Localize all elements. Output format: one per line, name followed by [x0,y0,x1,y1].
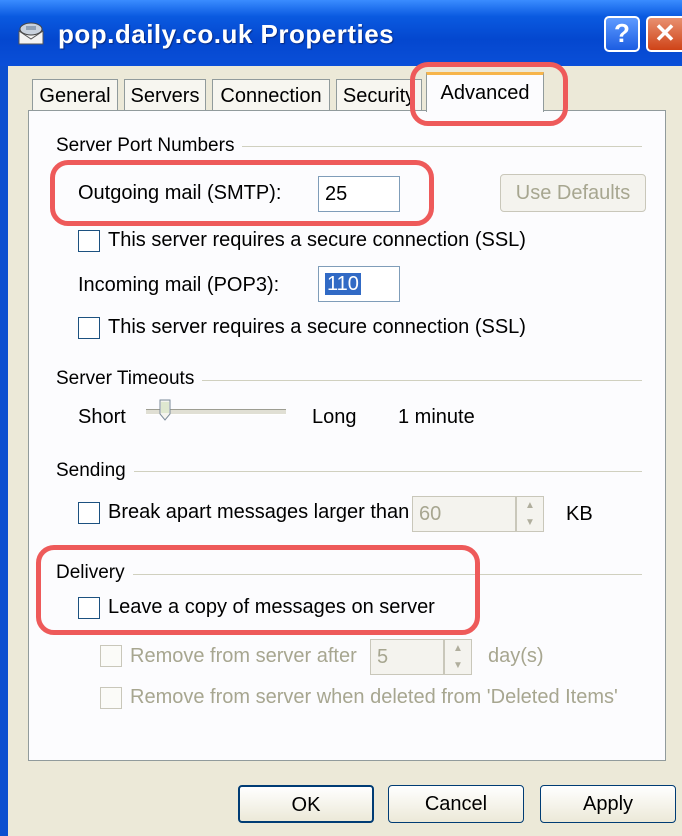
break-size-spinner[interactable]: ▲ ▼ [516,496,544,532]
remove-days-input[interactable]: 5 [370,639,444,675]
tab-servers[interactable]: Servers [124,79,206,111]
sending-group-line [56,471,642,472]
cancel-button[interactable]: Cancel [388,785,524,823]
incoming-port-input[interactable]: 110 [318,266,400,302]
remove-deleted-label: Remove from server when deleted from 'De… [130,686,618,708]
sending-group-title: Sending [56,460,134,482]
remove-deleted-checkbox[interactable] [100,687,122,709]
highlight-advanced-tab [410,62,568,126]
incoming-label: Incoming mail (POP3): [78,274,280,296]
title-bar[interactable]: pop.daily.co.uk Properties ? ✕ [0,0,682,66]
spin-down-icon[interactable]: ▼ [517,514,543,531]
break-apart-checkbox[interactable] [78,502,100,524]
tab-general[interactable]: General [32,79,118,111]
incoming-ssl-label: This server requires a secure connection… [108,316,526,338]
break-size-input[interactable]: 60 [412,496,516,532]
remove-after-checkbox[interactable] [100,645,122,667]
spin-down-icon[interactable]: ▼ [445,657,471,674]
timeout-slider-thumb[interactable] [159,399,171,421]
ports-group-title: Server Port Numbers [56,135,243,157]
spin-up-icon[interactable]: ▲ [445,640,471,657]
remove-days-spinner[interactable]: ▲ ▼ [444,639,472,675]
break-apart-label: Break apart messages larger than [108,501,410,523]
outgoing-ssl-label: This server requires a secure connection… [108,229,526,251]
highlight-delivery [36,545,480,635]
remove-after-label: Remove from server after [130,645,357,667]
timeout-short-label: Short [78,406,126,428]
outgoing-ssl-checkbox[interactable] [78,230,100,252]
timeout-value: 1 minute [398,406,475,428]
help-button[interactable]: ? [604,16,640,52]
use-defaults-button[interactable]: Use Defaults [500,174,646,212]
remove-days-unit: day(s) [488,645,544,667]
tab-connection[interactable]: Connection [212,79,330,111]
spin-up-icon[interactable]: ▲ [517,497,543,514]
mail-account-icon [18,22,44,45]
break-size-unit: KB [566,503,593,525]
incoming-ssl-checkbox[interactable] [78,317,100,339]
ok-button[interactable]: OK [238,785,374,823]
timeouts-group-title: Server Timeouts [56,368,203,390]
incoming-port-value: 110 [325,273,361,295]
apply-button[interactable]: Apply [540,785,676,823]
window-title: pop.daily.co.uk Properties [58,19,395,49]
timeout-long-label: Long [312,406,357,428]
properties-window: pop.daily.co.uk Properties ? ✕ General S… [0,0,682,836]
close-button[interactable]: ✕ [646,16,682,52]
highlight-smtp-port [50,160,434,226]
